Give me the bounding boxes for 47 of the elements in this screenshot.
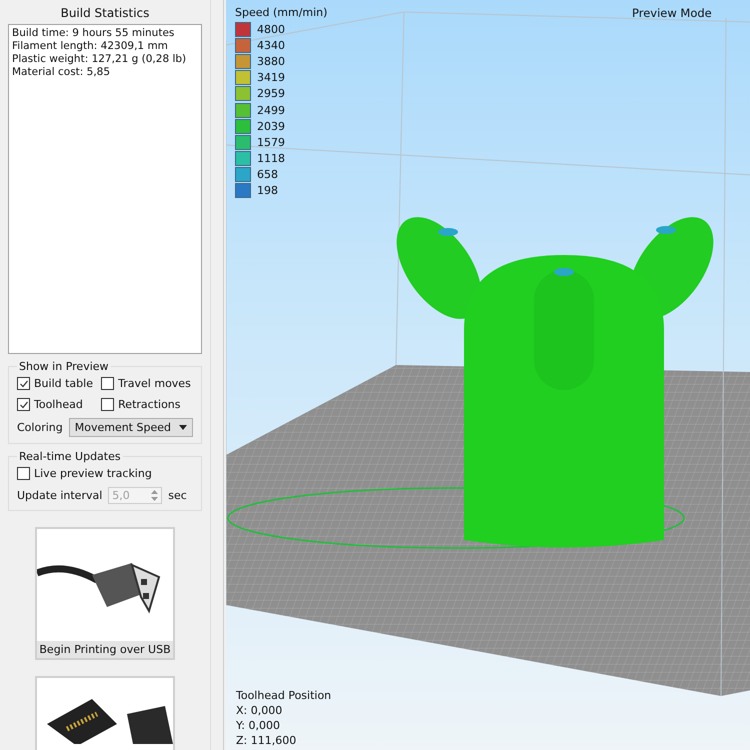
legend-value: 4340 [257,38,285,52]
checkbox-box[interactable] [101,377,114,390]
spin-arrows-icon [151,490,158,501]
legend-value: 3880 [257,54,285,68]
position-value: X: 0,000 [236,703,284,718]
statistic-line: Filament length: 42309,1 mm [12,40,169,53]
checkbox-box[interactable] [101,398,114,411]
legend-value: 658 [257,168,278,182]
statistic-line: Material cost: 5,85 [12,66,112,79]
position-title: Toolhead Position [236,688,332,703]
statistic-line: Plastic weight: 127,21 g (0,28 lb) [12,53,188,66]
mode-label: Preview Mode [632,6,712,20]
unit-label: sec [168,489,187,502]
checkbox-box[interactable] [17,398,30,411]
caret-icon [179,425,187,430]
panel-title: Build Statistics [60,5,150,22]
checkbox-label: Retractions [118,398,180,411]
legend-value: 198 [257,184,278,198]
field-label: Update interval [17,489,102,502]
checkbox-label: Live preview tracking [34,467,152,480]
checkbox-label: Travel moves [118,377,191,390]
checkbox[interactable]: Travel moves [101,375,193,390]
group-title: Real-time Updates [18,450,122,463]
legend-value: 2499 [257,104,285,117]
statistic-line: Build time: 9 hours 55 minutes [12,27,176,40]
position-value: Y: 0,000 [236,718,281,733]
legend-value: 2959 [257,87,285,100]
legend-title: Speed (mm/min) [235,6,328,19]
coloring-dropdown[interactable]: Movement Speed [68,418,193,437]
field-label: Coloring [17,421,63,434]
legend-value: 1579 [257,136,285,149]
checkbox-label: Build table [34,377,93,390]
position-value: Z: 111,600 [236,733,298,748]
checkbox[interactable]: Build table [17,375,96,390]
legend-value: 3419 [257,71,285,84]
checkbox-label: Toolhead [34,398,83,411]
group-title: Show in Preview [18,360,110,373]
legend-value: 1118 [257,152,285,166]
usb-print-button[interactable]: Begin Printing over USB [35,527,175,660]
checkbox-box[interactable] [17,467,30,480]
checkbox[interactable]: Live preview tracking [17,465,193,480]
checkbox[interactable]: Toolhead [17,396,96,411]
sd-card-button[interactable] [35,676,175,750]
checkbox[interactable]: Retractions [101,396,193,411]
legend-value: 4800 [257,22,285,36]
checkbox-box[interactable] [17,377,30,390]
legend-value: 2039 [257,120,285,133]
